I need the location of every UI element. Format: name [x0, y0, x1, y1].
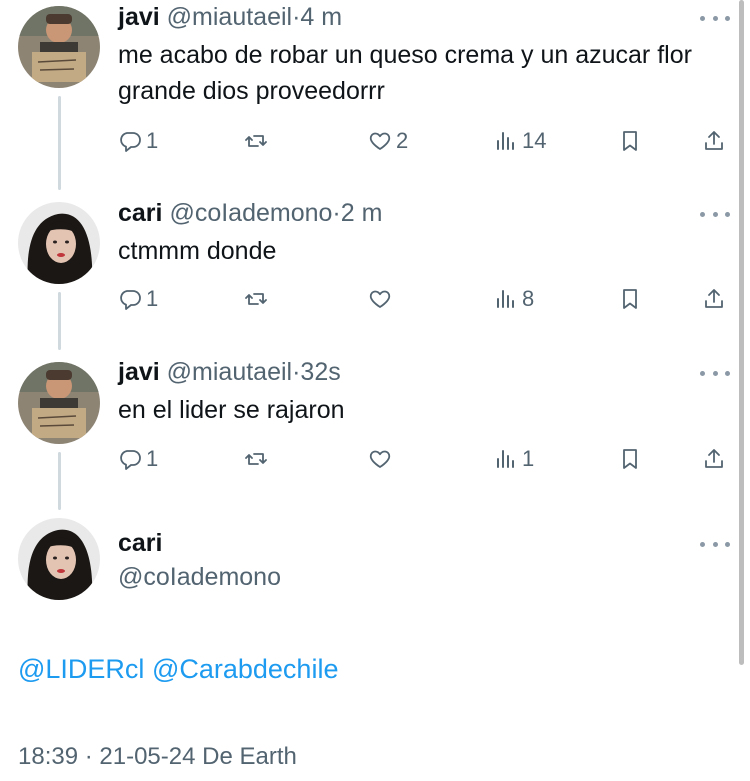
retweet-button[interactable] [244, 126, 272, 156]
separator: · [332, 199, 341, 227]
display-name[interactable]: javi [118, 358, 160, 386]
bookmark-icon [618, 447, 642, 471]
reply-count: 1 [146, 128, 159, 153]
bookmark-button[interactable] [618, 284, 642, 314]
views-count: 14 [522, 128, 547, 153]
views-icon [494, 447, 518, 471]
share-icon [702, 287, 726, 311]
more-icon[interactable] [700, 210, 730, 218]
reply-button[interactable]: 1 [118, 284, 158, 314]
user-handle[interactable]: @miautaeil [167, 3, 292, 31]
share-button[interactable] [702, 284, 726, 314]
reply-count: 1 [146, 446, 159, 471]
views-count: 8 [522, 286, 535, 311]
timestamp[interactable]: 2 m [341, 199, 383, 227]
display-name[interactable]: cari [118, 199, 162, 227]
retweet-icon [244, 447, 268, 471]
tweet-text: en el lider se rajaron [118, 396, 345, 424]
views-button[interactable]: 8 [494, 284, 534, 314]
tweet-header: cari @coIademono·2 m [118, 198, 382, 228]
retweet-icon [244, 129, 268, 153]
like-button[interactable] [368, 284, 396, 314]
avatar[interactable] [18, 6, 100, 88]
reply-icon [118, 447, 142, 471]
retweet-button[interactable] [244, 284, 272, 314]
main-display-name[interactable]: cari [118, 529, 162, 557]
views-icon [494, 129, 518, 153]
display-name[interactable]: javi [118, 3, 160, 31]
bookmark-icon [618, 129, 642, 153]
thread-line [58, 292, 61, 350]
display-name[interactable]: cari [118, 528, 162, 558]
tweet-actions: 1 2 14 [118, 126, 732, 156]
heart-icon [368, 129, 392, 153]
heart-icon [368, 287, 392, 311]
mention-link[interactable]: @LIDERcl [18, 654, 144, 684]
heart-icon [368, 447, 392, 471]
user-handle[interactable]: @coIademono [169, 199, 332, 227]
reply-button[interactable]: 1 [118, 444, 158, 474]
more-icon[interactable] [700, 14, 730, 22]
avatar[interactable] [18, 362, 100, 444]
timestamp[interactable]: 4 m [300, 3, 342, 31]
reply-button[interactable]: 1 [118, 126, 158, 156]
thread-line [58, 452, 61, 510]
avatar[interactable] [18, 518, 100, 600]
tweet-text: ctmmm donde [118, 237, 277, 265]
retweet-button[interactable] [244, 444, 272, 474]
share-icon [702, 129, 726, 153]
bookmark-icon [618, 287, 642, 311]
tweet-text: @LIDERcl @Carabdechile [18, 652, 338, 686]
like-button[interactable]: 2 [368, 126, 408, 156]
more-icon[interactable] [700, 369, 730, 377]
more-icon[interactable] [700, 540, 730, 548]
user-handle[interactable]: @miautaeil [167, 358, 292, 386]
tweet-header: javi @miautaeil·32s [118, 357, 341, 387]
share-icon [702, 447, 726, 471]
reply-count: 1 [146, 286, 159, 311]
tweet-actions: 1 8 [118, 284, 732, 314]
views-icon [494, 287, 518, 311]
views-button[interactable]: 14 [494, 126, 546, 156]
tweet-header: javi @miautaeil·4 m [118, 2, 342, 32]
like-count: 2 [396, 128, 409, 153]
tweet-actions: 1 1 [118, 444, 732, 474]
views-count: 1 [522, 446, 535, 471]
tweet-metadata: 18:39 · 21-05-24 De Earth [18, 743, 297, 770]
retweet-icon [244, 287, 268, 311]
reply-icon [118, 129, 142, 153]
share-button[interactable] [702, 444, 726, 474]
mention-link[interactable]: @Carabdechile [152, 654, 339, 684]
like-button[interactable] [368, 444, 396, 474]
user-handle[interactable]: @coIademono [118, 562, 281, 592]
timestamp[interactable]: 32s [300, 358, 340, 386]
views-button[interactable]: 1 [494, 444, 534, 474]
avatar[interactable] [18, 202, 100, 284]
scrollbar[interactable] [739, 0, 744, 665]
bookmark-button[interactable] [618, 444, 642, 474]
tweet-text: me acabo de robar un queso crema y un az… [118, 41, 692, 105]
share-button[interactable] [702, 126, 726, 156]
bookmark-button[interactable] [618, 126, 642, 156]
reply-icon [118, 287, 142, 311]
thread-line [58, 96, 61, 190]
main-user-handle[interactable]: @coIademono [118, 563, 281, 591]
